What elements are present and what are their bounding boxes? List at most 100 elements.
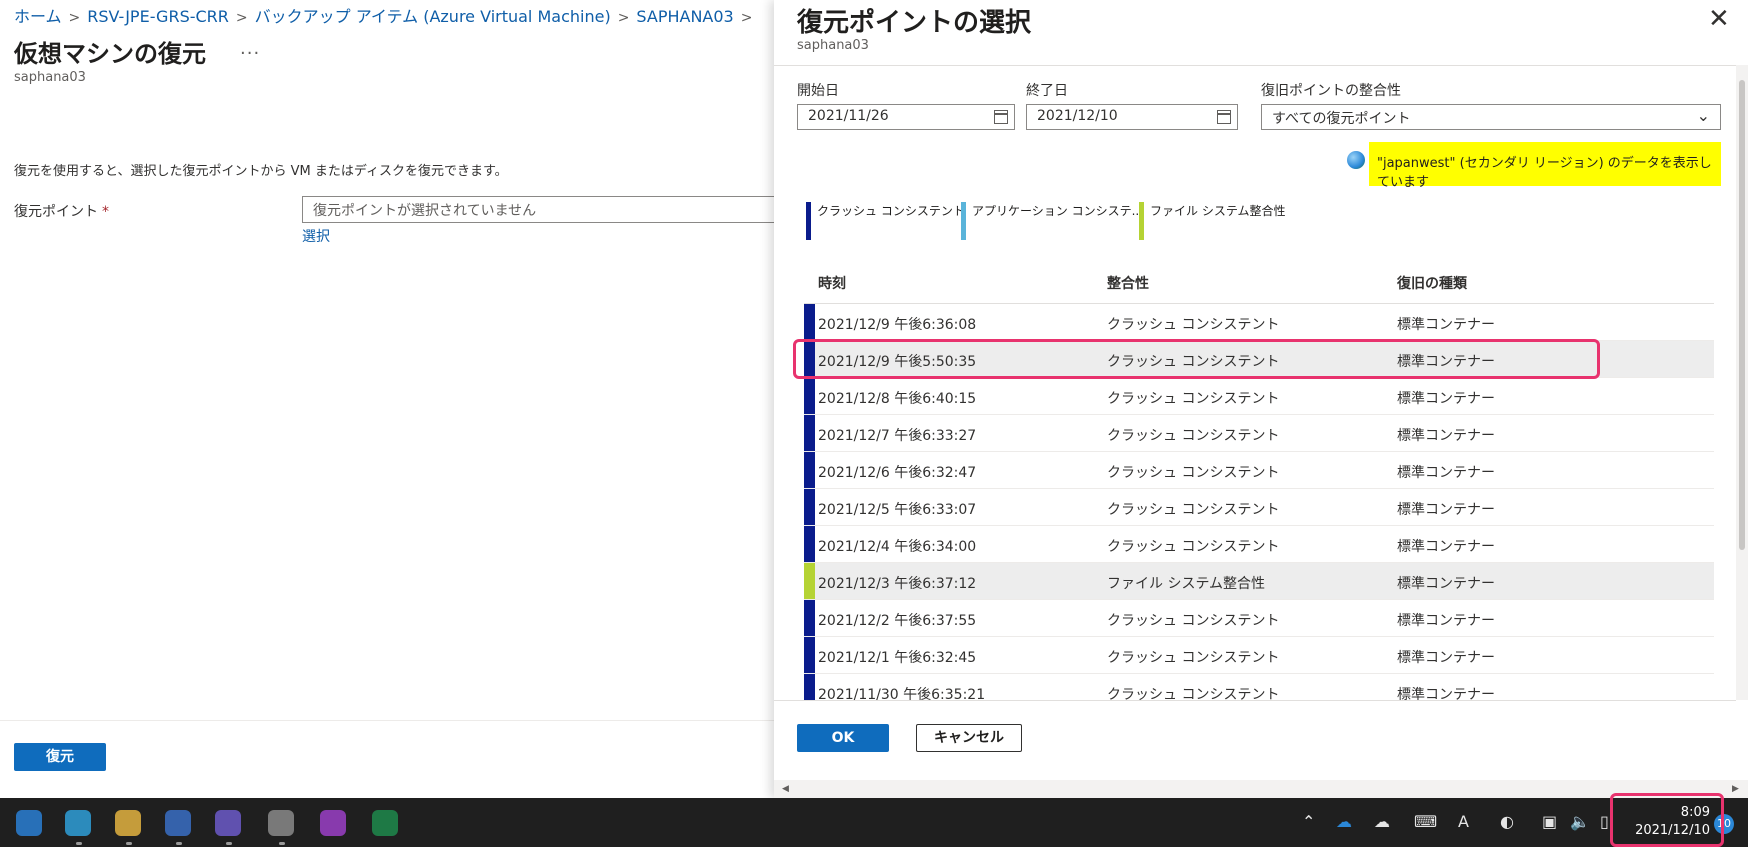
app-icon[interactable] bbox=[165, 810, 191, 836]
restore-point-field[interactable]: 復元ポイントが選択されていません bbox=[302, 196, 782, 223]
scroll-right-icon[interactable]: ▶ bbox=[1732, 784, 1739, 794]
more-options-button[interactable]: ... bbox=[240, 38, 260, 59]
row-consistency: ファイル システム整合性 bbox=[1107, 576, 1266, 592]
table-row[interactable]: 2021/11/30 午後6:35:21 クラッシュ コンシステント 標準コンテナー bbox=[804, 674, 1714, 700]
consistency-indicator bbox=[804, 637, 815, 673]
legend-swatch bbox=[806, 202, 811, 240]
chevron-up-icon[interactable]: ⌃ bbox=[1302, 812, 1315, 831]
breadcrumb-backup-items[interactable]: バックアップ アイテム (Azure Virtual Machine) bbox=[255, 7, 611, 26]
scroll-left-icon[interactable]: ◀ bbox=[782, 784, 789, 794]
table-row[interactable]: 2021/12/4 午後6:34:00 クラッシュ コンシステント 標準コンテナー bbox=[804, 526, 1714, 563]
app-icon[interactable] bbox=[372, 810, 398, 836]
battery-icon[interactable]: ▯ bbox=[1600, 812, 1609, 831]
keyboard-icon[interactable]: ⌨ bbox=[1414, 812, 1437, 831]
browser-app-icon[interactable] bbox=[65, 810, 91, 836]
cancel-button[interactable]: キャンセル bbox=[916, 724, 1022, 752]
consistency-label: 復旧ポイントの整合性 bbox=[1261, 83, 1401, 99]
row-recovery-type: 標準コンテナー bbox=[1397, 317, 1495, 333]
consistency-indicator bbox=[804, 600, 815, 636]
row-consistency: クラッシュ コンシステント bbox=[1107, 428, 1280, 444]
scrollbar-thumb[interactable] bbox=[1739, 80, 1745, 550]
table-row[interactable]: 2021/12/1 午後6:32:45 クラッシュ コンシステント 標準コンテナー bbox=[804, 637, 1714, 674]
taskbar: ⌃ ☁ ☁ ⌨ A ◐ ▣ 🔈 ▯ 8:09 2021/12/10 10 bbox=[0, 798, 1748, 847]
row-time: 2021/11/30 午後6:35:21 bbox=[818, 687, 986, 700]
file-explorer-icon[interactable] bbox=[115, 810, 141, 836]
consistency-value: すべての復元ポイント bbox=[1272, 111, 1411, 127]
speaker-icon[interactable]: 🔈 bbox=[1570, 812, 1590, 831]
panel-divider bbox=[774, 65, 1748, 66]
row-recovery-type: 標準コンテナー bbox=[1397, 576, 1495, 592]
restore-description: 復元を使用すると、選択した復元ポイントから VM またはディスクを復元できます。 bbox=[14, 164, 508, 179]
end-date-field[interactable]: 2021/12/10 bbox=[1026, 104, 1238, 130]
row-time: 2021/12/9 午後6:36:08 bbox=[818, 317, 977, 333]
restore-point-label: 復元ポイント * bbox=[14, 201, 109, 221]
app-icon[interactable] bbox=[268, 810, 294, 836]
panel-title: 復元ポイントの選択 bbox=[797, 8, 1032, 38]
breadcrumb-separator: > bbox=[617, 10, 630, 26]
restore-vm-blade: ホーム > RSV-JPE-GRS-CRR > バックアップ アイテム (Azure V… bbox=[0, 0, 782, 798]
breadcrumb-separator: > bbox=[68, 10, 81, 26]
select-restore-point-link[interactable]: 選択 bbox=[302, 226, 330, 246]
table-row[interactable]: 2021/12/9 午後6:36:08 クラッシュ コンシステント 標準コンテナー bbox=[804, 304, 1714, 341]
table-row[interactable]: 2021/12/3 午後6:37:12 ファイル システム整合性 標準コンテナー bbox=[804, 563, 1714, 600]
legend-label: アプリケーション コンシステ... bbox=[972, 204, 1144, 218]
ime-icon[interactable]: A bbox=[1458, 812, 1469, 831]
windows-start-icon[interactable] bbox=[16, 810, 42, 836]
row-recovery-type: 標準コンテナー bbox=[1397, 465, 1495, 481]
breadcrumb: ホーム > RSV-JPE-GRS-CRR > バックアップ アイテム (Azure V… bbox=[14, 3, 759, 27]
breadcrumb-vm[interactable]: SAPHANA03 bbox=[636, 7, 733, 26]
column-header-time[interactable]: 時刻 bbox=[818, 273, 846, 293]
column-header-consistency[interactable]: 整合性 bbox=[1107, 273, 1149, 293]
column-header-recovery-type[interactable]: 復旧の種類 bbox=[1397, 273, 1467, 293]
breadcrumb-home[interactable]: ホーム bbox=[14, 7, 62, 26]
start-date-value: 2021/11/26 bbox=[808, 108, 889, 124]
row-time: 2021/12/7 午後6:33:27 bbox=[818, 428, 977, 444]
row-consistency: クラッシュ コンシステント bbox=[1107, 317, 1280, 333]
consistency-indicator bbox=[804, 415, 815, 451]
table-row[interactable]: 2021/12/5 午後6:33:07 クラッシュ コンシステント 標準コンテナー bbox=[804, 489, 1714, 526]
display-icon[interactable]: ▣ bbox=[1542, 812, 1557, 831]
table-row[interactable]: 2021/12/2 午後6:37:55 クラッシュ コンシステント 標準コンテナー bbox=[804, 600, 1714, 637]
end-date-value: 2021/12/10 bbox=[1037, 108, 1118, 124]
consistency-indicator bbox=[804, 563, 815, 599]
globe-icon bbox=[1347, 151, 1365, 169]
table-row[interactable]: 2021/12/8 午後6:40:15 クラッシュ コンシステント 標準コンテナー bbox=[804, 378, 1714, 415]
row-recovery-type: 標準コンテナー bbox=[1397, 613, 1495, 629]
teams-icon[interactable] bbox=[215, 810, 241, 836]
restore-button[interactable]: 復元 bbox=[14, 743, 106, 771]
start-date-field[interactable]: 2021/11/26 bbox=[797, 104, 1015, 130]
cloud-icon[interactable]: ☁ bbox=[1374, 812, 1390, 831]
consistency-indicator bbox=[804, 452, 815, 488]
running-indicator bbox=[76, 842, 82, 845]
row-recovery-type: 標準コンテナー bbox=[1397, 502, 1495, 518]
consistency-indicator bbox=[804, 674, 815, 700]
row-consistency: クラッシュ コンシステント bbox=[1107, 613, 1280, 629]
calendar-icon[interactable] bbox=[1217, 110, 1231, 124]
row-recovery-type: 標準コンテナー bbox=[1397, 391, 1495, 407]
close-icon[interactable]: ✕ bbox=[1708, 6, 1730, 32]
horizontal-scrollbar[interactable]: ◀ ▶ bbox=[774, 780, 1748, 798]
ok-button[interactable]: OK bbox=[797, 724, 889, 752]
region-notice-text: "japanwest" (セカンダリ リージョン) のデータを表示しています bbox=[1369, 142, 1721, 190]
calendar-icon[interactable] bbox=[994, 110, 1008, 124]
app-icon[interactable] bbox=[320, 810, 346, 836]
row-time: 2021/12/5 午後6:33:07 bbox=[818, 502, 977, 518]
consistency-indicator bbox=[804, 489, 815, 525]
running-indicator bbox=[279, 842, 285, 845]
legend-swatch bbox=[1139, 202, 1144, 240]
breadcrumb-vault[interactable]: RSV-JPE-GRS-CRR bbox=[87, 7, 229, 26]
row-consistency: クラッシュ コンシステント bbox=[1107, 650, 1280, 666]
row-consistency: クラッシュ コンシステント bbox=[1107, 539, 1280, 555]
clock-annotation bbox=[1610, 793, 1724, 847]
consistency-indicator bbox=[804, 304, 815, 340]
row-recovery-type: 標準コンテナー bbox=[1397, 687, 1495, 700]
table-row[interactable]: 2021/12/6 午後6:32:47 クラッシュ コンシステント 標準コンテナー bbox=[804, 452, 1714, 489]
consistency-dropdown[interactable]: すべての復元ポイント ⌄ bbox=[1261, 104, 1721, 130]
onedrive-icon[interactable]: ☁ bbox=[1336, 812, 1352, 831]
row-consistency: クラッシュ コンシステント bbox=[1107, 502, 1280, 518]
row-recovery-type: 標準コンテナー bbox=[1397, 539, 1495, 555]
table-row[interactable]: 2021/12/7 午後6:33:27 クラッシュ コンシステント 標準コンテナー bbox=[804, 415, 1714, 452]
row-consistency: クラッシュ コンシステント bbox=[1107, 687, 1280, 700]
running-indicator bbox=[126, 842, 132, 845]
sync-icon[interactable]: ◐ bbox=[1500, 812, 1514, 831]
